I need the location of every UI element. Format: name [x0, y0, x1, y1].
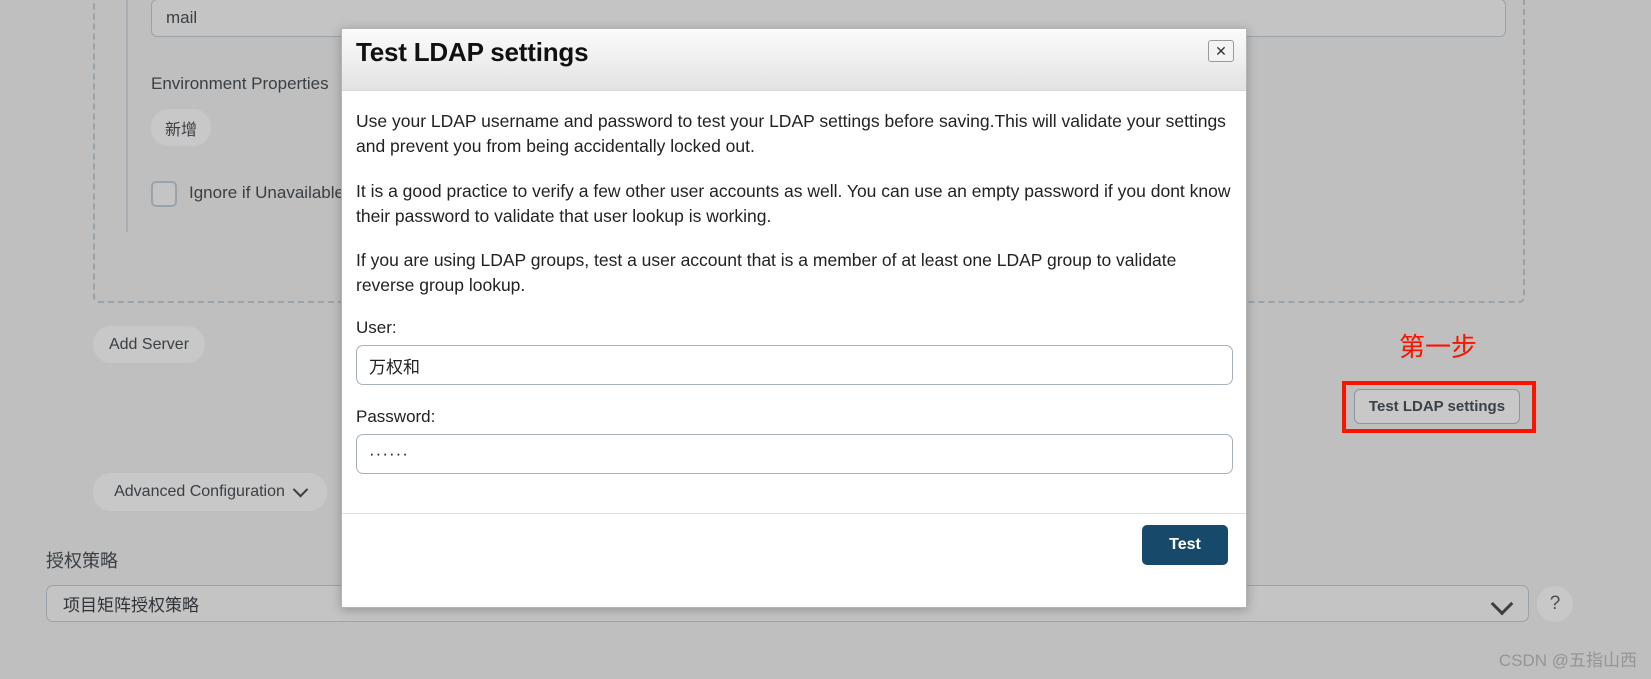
authorization-strategy-value: 项目矩阵授权策略 [63, 596, 199, 615]
add-property-button[interactable]: 新增 [151, 109, 211, 146]
test-button[interactable]: Test [1142, 525, 1228, 565]
dialog-paragraph-2: It is a good practice to verify a few ot… [356, 180, 1231, 226]
ignore-if-unavailable-checkbox[interactable] [151, 181, 177, 207]
advanced-configuration-label: Advanced Configuration [114, 483, 285, 500]
close-icon[interactable]: ✕ [1208, 40, 1234, 62]
test-ldap-settings-dialog: Test LDAP settings ✕ Use your LDAP usern… [341, 28, 1247, 608]
user-label: User: [356, 318, 397, 338]
authorization-strategy-label: 授权策略 [46, 551, 118, 571]
ignore-if-unavailable-label: Ignore if Unavailable [189, 183, 344, 202]
password-input[interactable] [356, 434, 1233, 475]
add-server-button[interactable]: Add Server [93, 326, 205, 363]
dialog-title: Test LDAP settings [356, 37, 589, 67]
mail-attribute-value: mail [166, 8, 198, 27]
help-icon[interactable]: ? [1537, 586, 1573, 622]
test-ldap-settings-button[interactable]: Test LDAP settings [1354, 389, 1520, 424]
dialog-footer: Test [342, 513, 1246, 607]
user-input[interactable] [356, 345, 1233, 386]
watermark: CSDN @五指山西 [1498, 651, 1637, 670]
chevron-down-icon [292, 481, 309, 497]
dialog-body: Use your LDAP username and password to t… [342, 91, 1246, 513]
dialog-paragraph-1: Use your LDAP username and password to t… [356, 111, 1226, 156]
environment-properties-label: Environment Properties [151, 74, 329, 93]
dialog-header: Test LDAP settings ✕ [342, 29, 1246, 91]
password-label: Password: [356, 407, 436, 427]
advanced-configuration-button[interactable]: Advanced Configuration [93, 473, 327, 511]
panel-left-rule [126, 0, 128, 232]
dialog-paragraph-3: If you are using LDAP groups, test a use… [356, 250, 1177, 296]
annotation-step-one: 第一步 [1399, 333, 1478, 363]
